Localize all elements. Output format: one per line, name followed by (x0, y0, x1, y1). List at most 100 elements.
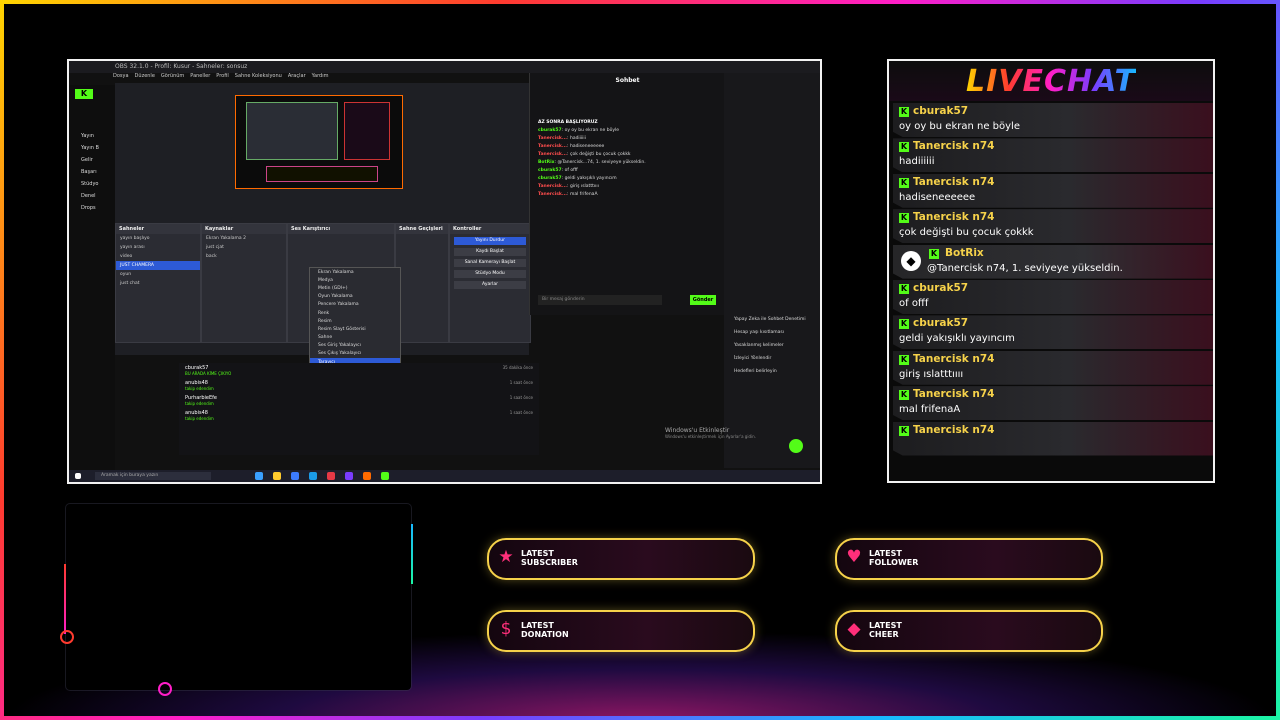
edge-icon[interactable] (255, 472, 263, 480)
chat-line: Tanercisk...: mal frifenaA (538, 191, 598, 197)
context-menu-item[interactable]: Medya (310, 276, 400, 284)
chat-user: cburak57 (538, 167, 562, 173)
menu-item[interactable]: Sahne Koleksiyonu (235, 73, 282, 83)
lower-chat-user-block: anubis48 takip edendim (185, 410, 214, 421)
livechat-username: Tanercisk n74 (913, 388, 995, 401)
livechat-message: K Tanercisk n74 giriş ıslatttıııı (893, 350, 1213, 385)
scene-item[interactable]: oyun (116, 270, 200, 279)
kick-logo: K (75, 89, 93, 99)
chat-input[interactable]: Bir mesaj gönderin (538, 295, 662, 305)
menu-item[interactable]: Araçlar (288, 73, 306, 83)
scene-item[interactable]: yayın arası (116, 243, 200, 252)
chat-text: oy oy bu ekran ne böyle (564, 127, 620, 133)
lower-chat-row: cburak57 BU ARADA KİME ÇIKIYO 35 dakika ön… (179, 363, 539, 378)
store-icon[interactable] (291, 472, 299, 480)
app2-icon[interactable] (363, 472, 371, 480)
livechat-panel: LIVECHAT Kcburak57 oy oy bu ekran ne böyl… (887, 59, 1215, 483)
source-item[interactable]: Ekran Yakalama 2 (202, 234, 286, 243)
kick-nav-item[interactable]: Stüdyo (81, 181, 99, 187)
menu-item[interactable]: Profil (216, 73, 228, 83)
lower-chat-row: anubis48 takip edendim 1 saat önce (179, 378, 539, 393)
livechat-message: Kcburak57 geldi yakışıklı yayıncım (893, 315, 1213, 350)
sources-title: Kaynaklar (202, 224, 286, 234)
transitions-title: Sahne Geçişleri (396, 224, 448, 234)
context-menu-item[interactable]: Metin (GDI+) (310, 284, 400, 292)
mod-setting-item[interactable]: Hesap yaşı kısıtlaması (724, 326, 816, 339)
chat-text: of offf (564, 167, 578, 173)
context-menu-item[interactable]: Resim Slayt Gösterisi (310, 325, 400, 333)
chat-text: çok değişti bu çocuk çokkk (569, 151, 631, 157)
livechat-text: mal frifenaA (899, 404, 961, 416)
control-button[interactable]: Ayarlar (454, 281, 526, 289)
preview-screen (246, 102, 338, 160)
context-menu-item[interactable]: Sahne (310, 334, 400, 342)
kick-nav-item[interactable]: Drops (81, 205, 96, 211)
lower-chat-sub: BU ARADA KİME ÇIKIYO (185, 371, 232, 376)
chat-line: cburak57: of offf (538, 167, 578, 173)
mod-setting-item[interactable]: Yapay Zeka ile Sohbet Denetimi (724, 313, 816, 326)
lower-chat-time: 1 saat önce (509, 410, 533, 415)
menu-item[interactable]: Paneller (190, 73, 210, 83)
context-menu-item[interactable]: Pencere Yakalama (310, 301, 400, 309)
context-menu-item[interactable]: Oyun Yakalama (310, 293, 400, 301)
kick-nav-item[interactable]: Denel (81, 193, 96, 199)
obs-menu-bar: Dosya Düzenle Görünüm Paneller Profil Sahne K… (113, 73, 328, 83)
lower-chat-row: PurharbieEfe takip edendim 1 saat önce (179, 393, 539, 408)
kick-badge-icon: K (899, 390, 909, 401)
kick-badge-icon: K (899, 142, 909, 153)
mod-setting-item[interactable]: İzleyici Yönlendir (724, 352, 816, 365)
lower-chat-sub: takip edendim (185, 386, 214, 391)
explorer-icon[interactable] (273, 472, 281, 480)
taskbar-search[interactable]: Aramak için buraya yazın (95, 472, 211, 480)
chat-text: hadiseneeeeee (569, 143, 605, 149)
steam-icon[interactable] (309, 472, 317, 480)
kick-nav-item[interactable]: Gelir (81, 157, 93, 163)
mod-setting-item[interactable]: Yasaklanmış kelimeler (724, 339, 816, 352)
scene-item[interactable]: JUST CHAMERA (116, 261, 200, 270)
bot-icon: ◆ (901, 250, 921, 271)
context-menu-item[interactable]: Ses Giriş Yakalayıcı (310, 342, 400, 350)
control-button[interactable]: Yayını Durdur (454, 237, 526, 245)
screen-capture: OBS 32.1.0 - Profil: Kusur - Sahneler: s… (67, 59, 822, 484)
context-menu-item[interactable]: Ses Çıkış Yakalayıcı (310, 350, 400, 358)
scene-item[interactable]: just chat (116, 279, 200, 288)
menu-item[interactable]: Düzenle (135, 73, 155, 83)
context-menu-item[interactable]: Resim (310, 317, 400, 325)
scenes-title: Sahneler (116, 224, 200, 234)
menu-item[interactable]: Dosya (113, 73, 129, 83)
menu-item[interactable]: Görünüm (161, 73, 184, 83)
source-item[interactable]: back (202, 252, 286, 261)
scene-item[interactable]: yayın başlıyo (116, 234, 200, 243)
kick-mod-sidebar: Yapay Zeka ile Sohbet Denetimi Hesap yaşı… (724, 73, 820, 468)
control-button[interactable]: Kaydı Başlat (454, 248, 526, 256)
context-menu-item[interactable]: Renk (310, 309, 400, 317)
transitions-dock: Sahne Geçişleri (395, 223, 449, 343)
send-button[interactable]: Gönder (690, 295, 716, 305)
kick-nav-item[interactable]: Yayın B (81, 145, 99, 151)
chat-text: giriş ıslatttıııı (569, 183, 599, 189)
menu-item[interactable]: Yardım (312, 73, 329, 83)
control-button[interactable]: Stüdyo Modu (454, 270, 526, 278)
kick-sidebar: K Yayın Yayın B Gelir Başarı Stüdyo Denel Drop… (69, 85, 115, 470)
sources-dock: Kaynaklar Ekran Yakalama 2 just cjat back (201, 223, 287, 343)
kick-badge-icon: K (899, 319, 909, 330)
lower-chat-time: 1 saat önce (509, 380, 533, 385)
mod-setting-item[interactable]: Hedefleri belirleyin (724, 365, 816, 378)
control-button[interactable]: Sanal Kamerayı Başlat (454, 259, 526, 267)
lower-chat-row: anubis48 takip edendim 1 saat önce (179, 408, 539, 423)
kick-nav-item[interactable]: Yayın (81, 133, 94, 139)
livechat-username: cburak57 (913, 281, 969, 294)
latest-donation-label: LATEST DONATION (521, 621, 569, 639)
source-item[interactable]: just cjat (202, 243, 286, 252)
scene-item[interactable]: video (116, 252, 200, 261)
kick-nav-item[interactable]: Başarı (81, 169, 97, 175)
spotify-icon[interactable] (381, 472, 389, 480)
kick-chat-fab[interactable] (789, 439, 803, 453)
latest-cheer-label: LATEST CHEER (869, 621, 902, 639)
app-icon[interactable] (327, 472, 335, 480)
windows-start-icon[interactable] (75, 473, 81, 479)
obs-icon[interactable] (345, 472, 353, 480)
livechat-text: giriş ıslatttıııı (899, 368, 964, 380)
context-menu-item[interactable]: Ekran Yakalama (310, 268, 400, 276)
chat-user: Tanercisk... (538, 151, 568, 157)
